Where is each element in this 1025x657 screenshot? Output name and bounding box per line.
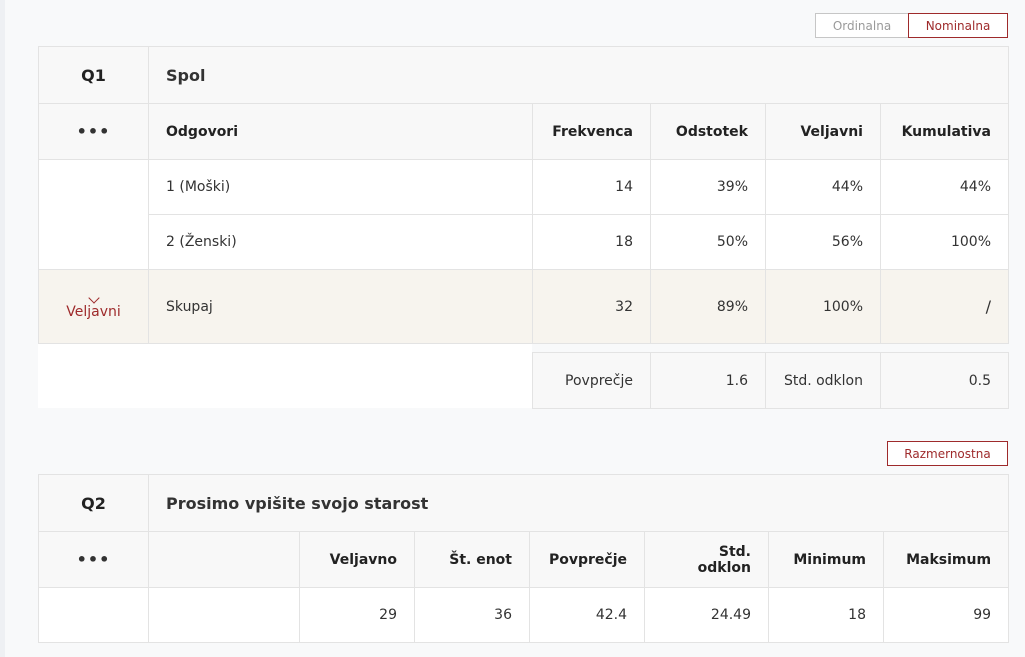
mean-label: Povprečje: [532, 352, 651, 409]
q2-row-blank: [148, 587, 300, 643]
chevron-down-icon: [87, 291, 100, 304]
q1-title-row: Q1 Spol: [38, 46, 1009, 104]
q1-header-row: ••• Odgovori Frekvenca Odstotek Veljavni…: [38, 103, 1009, 160]
page-content: Ordinalna Nominalna Q1 Spol ••• Odgovori…: [5, 0, 1025, 657]
sd-value: 24.49: [644, 587, 769, 643]
units-value: 36: [414, 587, 530, 643]
header-percent: Odstotek: [650, 103, 766, 160]
total-cumulative: /: [880, 269, 1009, 344]
ratio-toggle-button[interactable]: Razmernostna: [887, 441, 1008, 466]
frequency-value: 18: [532, 214, 651, 270]
max-value: 99: [882, 587, 1010, 643]
sd-value: 0.5: [880, 352, 1009, 409]
q2-numeric-table: Q2 Prosimo vpišite svojo starost ••• Vel…: [38, 474, 1010, 643]
header-answers: Odgovori: [148, 103, 533, 160]
q2-title: Prosimo vpišite svojo starost: [147, 474, 1010, 532]
q2-id: Q2: [38, 474, 149, 532]
answer-label: 1 (Moški): [148, 159, 533, 215]
header-cumulative: Kumulativa: [880, 103, 1009, 160]
q2-header-blank: [148, 531, 300, 588]
q1-more-options-icon[interactable]: •••: [38, 103, 149, 160]
q1-title: Spol: [148, 46, 1009, 104]
q2-header-row: ••• Veljavno Št. enot Povprečje Std. odk…: [38, 531, 1010, 588]
q2-title-row: Q2 Prosimo vpišite svojo starost: [38, 474, 1010, 532]
percent-value: 39%: [650, 159, 766, 215]
table-row: 2 (Ženski) 18 50% 56% 100%: [38, 214, 1009, 270]
table-row: 29 36 42.4 24.49 18 99: [38, 587, 1010, 643]
table-row: 1 (Moški) 14 39% 44% 44%: [38, 159, 1009, 270]
q1-id: Q1: [38, 46, 149, 104]
header-units: Št. enot: [414, 531, 530, 588]
q2-row-blank: [38, 587, 149, 643]
total-label: Skupaj: [148, 269, 533, 344]
header-max: Maksimum: [882, 531, 1010, 588]
total-valid: 100%: [765, 269, 881, 344]
sd-label: Std. odklon: [765, 352, 881, 409]
ordinal-toggle-button[interactable]: Ordinalna: [815, 13, 909, 38]
header-valid: Veljavni: [765, 103, 881, 160]
min-value: 18: [768, 587, 884, 643]
valid-value: 44%: [765, 159, 881, 215]
header-mean: Povprečje: [529, 531, 645, 588]
valid-group-toggle[interactable]: Veljavni: [38, 269, 149, 344]
stats-spacer: [38, 344, 532, 408]
nominal-toggle-button[interactable]: Nominalna: [908, 13, 1008, 38]
header-frequency: Frekvenca: [532, 103, 651, 160]
cumulative-value: 44%: [880, 159, 1009, 215]
total-row: Veljavni Skupaj 32 89% 100% /: [38, 269, 1009, 344]
row-group-spacer: [38, 159, 149, 270]
header-min: Minimum: [768, 531, 884, 588]
mean-value: 1.6: [650, 352, 766, 409]
header-sd: Std. odklon: [644, 531, 769, 588]
cumulative-value: 100%: [880, 214, 1009, 270]
header-valid-count: Veljavno: [299, 531, 415, 588]
mean-value: 42.4: [529, 587, 645, 643]
valid-group-label: Veljavni: [66, 303, 121, 320]
q1-frequency-table: Q1 Spol ••• Odgovori Frekvenca Odstotek …: [38, 46, 1009, 344]
percent-value: 50%: [650, 214, 766, 270]
frequency-value: 14: [532, 159, 651, 215]
answer-label: 2 (Ženski): [148, 214, 533, 270]
valid-value: 56%: [765, 214, 881, 270]
total-percent: 89%: [650, 269, 766, 344]
total-frequency: 32: [532, 269, 651, 344]
q1-stats-table: Povprečje 1.6 Std. odklon 0.5: [532, 352, 1009, 409]
q2-more-options-icon[interactable]: •••: [38, 531, 149, 588]
valid-count-value: 29: [299, 587, 415, 643]
